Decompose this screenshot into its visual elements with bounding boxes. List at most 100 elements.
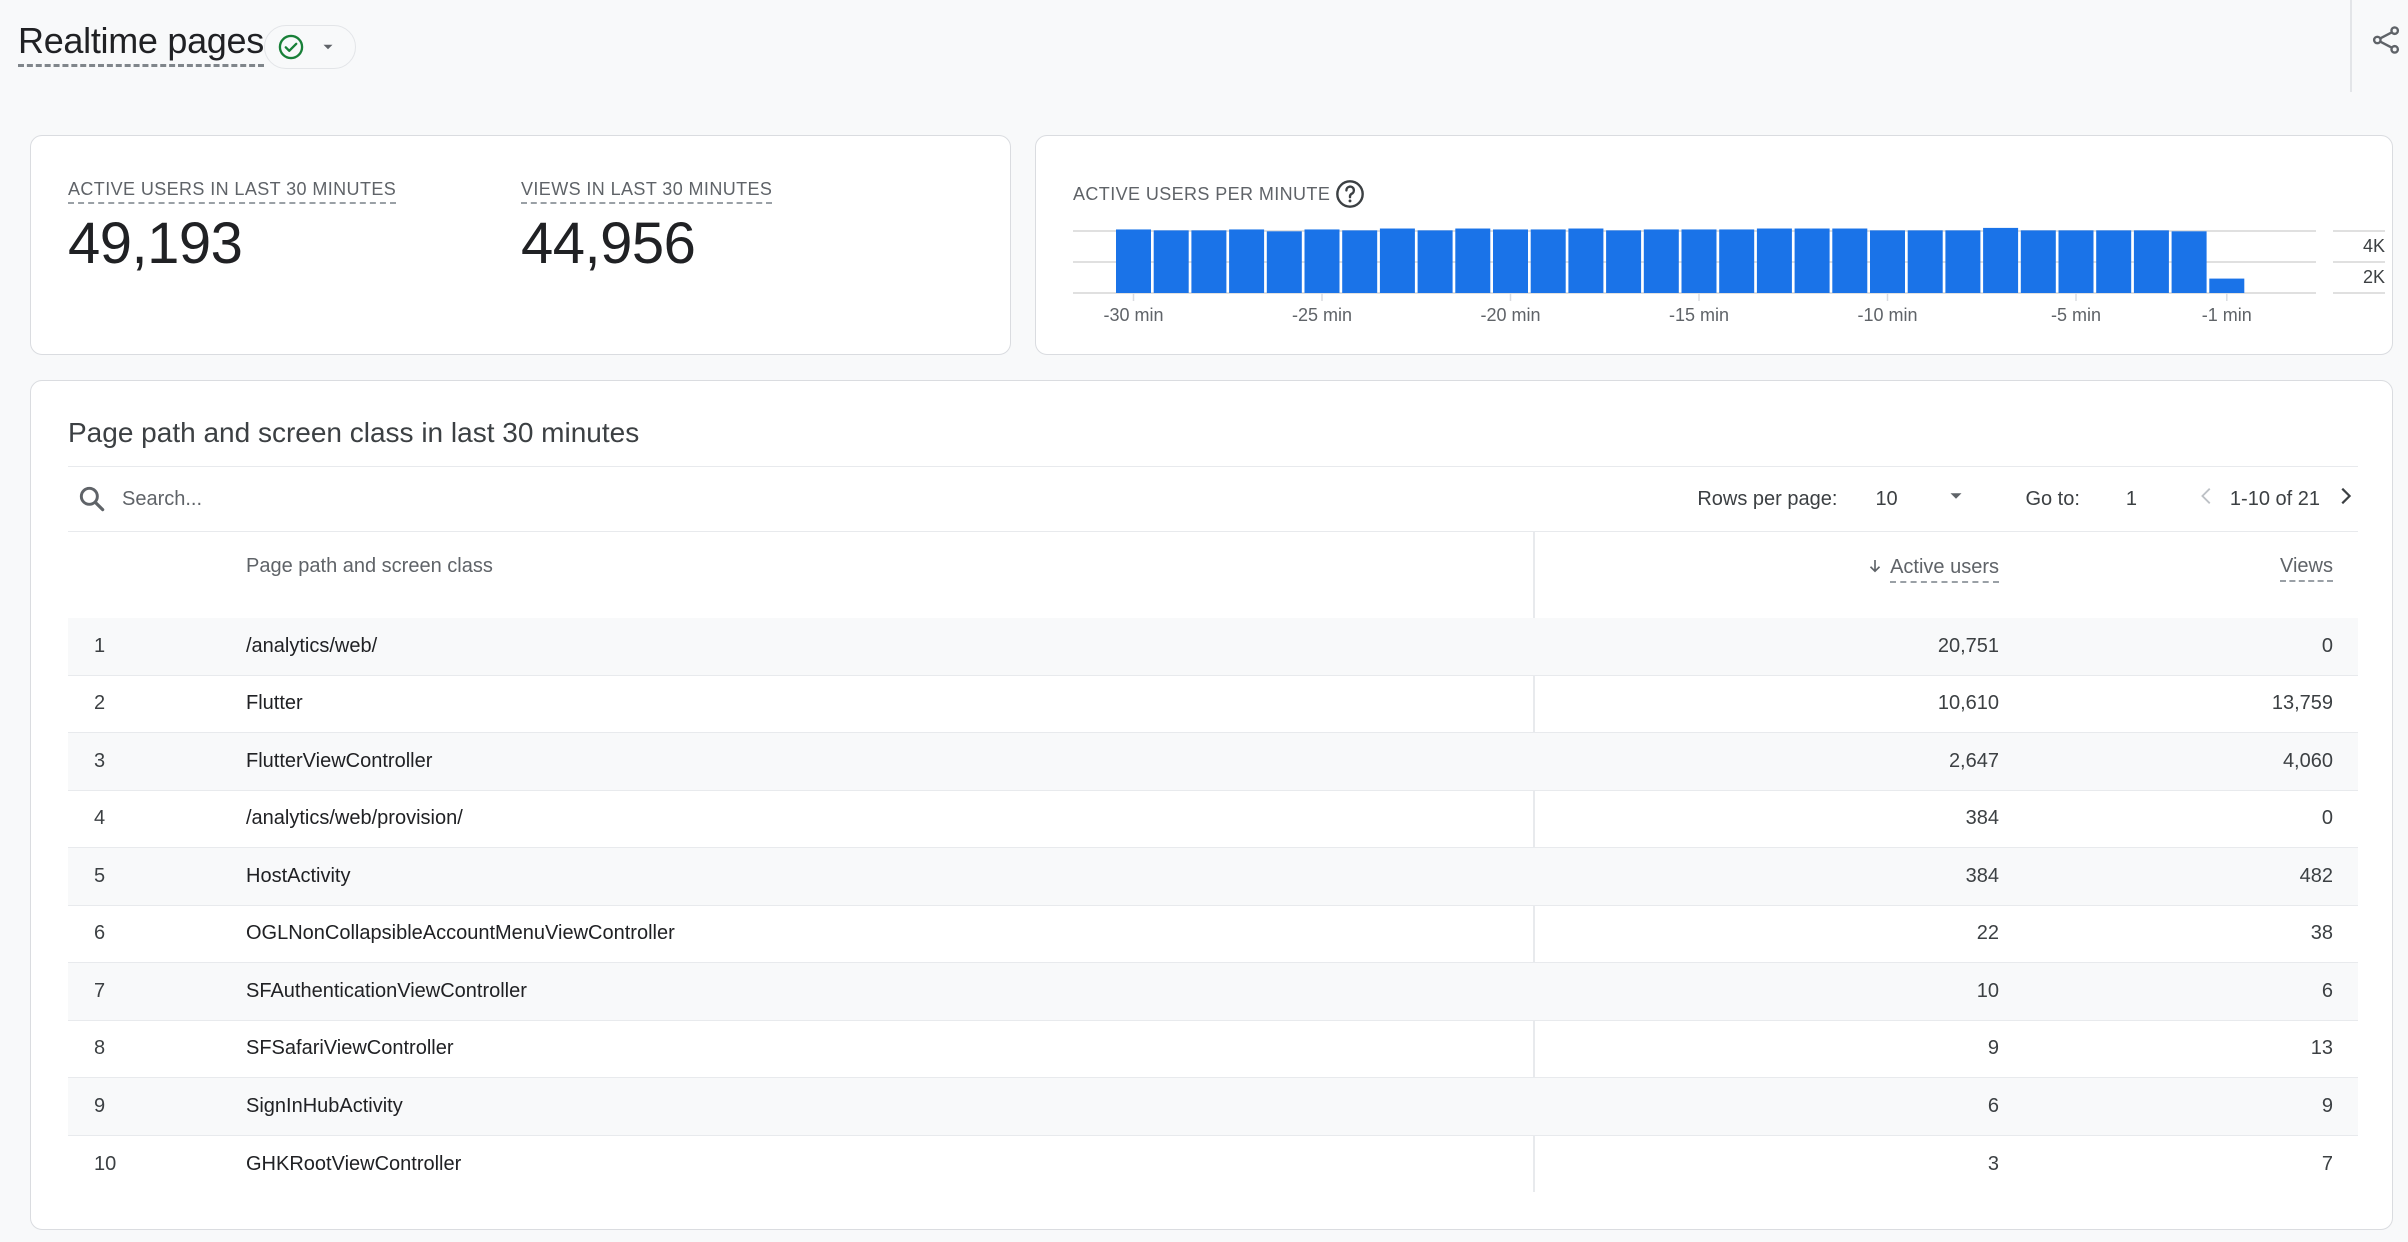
- bar[interactable]: [1983, 227, 2019, 293]
- bar[interactable]: [1153, 230, 1189, 293]
- chevron-right-icon: [2334, 481, 2356, 517]
- bar[interactable]: [1794, 228, 1830, 293]
- column-header-label: Active users: [1890, 556, 1999, 583]
- row-active-users: 10: [1976, 979, 1999, 1002]
- bar[interactable]: [1266, 231, 1302, 293]
- bar[interactable]: [1191, 230, 1227, 293]
- bar[interactable]: [2133, 230, 2169, 293]
- bar[interactable]: [1116, 229, 1151, 293]
- previous-page-button[interactable]: [2196, 481, 2218, 517]
- row-page-path[interactable]: GHKRootViewController: [246, 1153, 461, 1176]
- table-row[interactable]: 3 FlutterViewController 2,647 4,060: [68, 733, 2358, 791]
- share-icon: [2370, 22, 2402, 63]
- row-index: 10: [94, 1152, 117, 1175]
- row-index: 6: [94, 922, 106, 945]
- table-row[interactable]: 10 GHKRootViewController 3 7: [68, 1136, 2358, 1194]
- bar[interactable]: [1870, 230, 1905, 293]
- metric-label[interactable]: VIEWS IN LAST 30 MINUTES: [521, 178, 773, 204]
- row-active-users: 2,647: [1948, 749, 1999, 772]
- bar[interactable]: [2020, 230, 2056, 293]
- row-index: 8: [94, 1037, 106, 1060]
- metric-active-users: ACTIVE USERS IN LAST 30 MINUTES 49,193: [68, 178, 397, 276]
- row-active-users: 10,610: [1937, 692, 1999, 715]
- row-views: 6: [2321, 979, 2333, 1002]
- next-page-button[interactable]: [2334, 481, 2356, 517]
- bar[interactable]: [1832, 228, 1868, 293]
- column-header-dimension[interactable]: Page path and screen class: [246, 555, 493, 578]
- row-views: 0: [2321, 807, 2333, 830]
- check-circle-icon: [277, 33, 305, 61]
- table-title: Page path and screen class in last 30 mi…: [68, 417, 640, 448]
- row-page-path[interactable]: Flutter: [246, 692, 303, 715]
- bar[interactable]: [1229, 229, 1265, 293]
- table-row[interactable]: 2 Flutter 10,610 13,759: [68, 676, 2358, 733]
- bar[interactable]: [2171, 231, 2207, 293]
- column-header-views[interactable]: Views: [2280, 555, 2333, 582]
- bar[interactable]: [1719, 229, 1755, 293]
- bar[interactable]: [2058, 230, 2094, 293]
- table-row[interactable]: 1/analytics/web/20,751 0: [68, 618, 2358, 676]
- rows-per-page-select[interactable]: 10: [1875, 485, 1967, 513]
- row-page-path[interactable]: SFAuthenticationViewController: [246, 980, 527, 1003]
- x-tick-label: -1 min: [2202, 305, 2252, 325]
- caret-down-icon: [1945, 485, 1967, 513]
- row-page-path[interactable]: FlutterViewController: [246, 750, 432, 773]
- search-icon: [76, 483, 108, 515]
- bar-chart[interactable]: -30 min -25 min -20 min -15 min -10 min -5 mi…: [1036, 136, 2394, 356]
- bar[interactable]: [1530, 229, 1566, 293]
- bar[interactable]: [1756, 228, 1792, 293]
- row-views: 7: [2321, 1152, 2333, 1175]
- bar[interactable]: [1493, 229, 1528, 293]
- metric-views: VIEWS IN LAST 30 MINUTES 44,956: [521, 178, 773, 276]
- bar[interactable]: [1945, 230, 1981, 293]
- search-input[interactable]: [122, 487, 722, 511]
- metric-value: 49,193: [68, 211, 243, 276]
- column-header-active-users[interactable]: Active users: [1866, 555, 1999, 583]
- page-title[interactable]: Realtime pages: [18, 20, 264, 67]
- row-page-path[interactable]: OGLNonCollapsibleAccountMenuViewControll…: [246, 922, 675, 945]
- bar[interactable]: [1304, 229, 1340, 293]
- bar[interactable]: [1568, 228, 1604, 293]
- metric-label[interactable]: ACTIVE USERS IN LAST 30 MINUTES: [68, 178, 397, 204]
- bar[interactable]: [2209, 278, 2245, 293]
- table-row[interactable]: 9 SignInHubActivity 6 9: [68, 1078, 2358, 1136]
- x-tick-label: -15 min: [1669, 305, 1729, 325]
- table-row[interactable]: 7 SFAuthenticationViewController 10 6: [68, 963, 2358, 1021]
- share-button[interactable]: [2368, 22, 2404, 62]
- table-row[interactable]: 8 SFSafariViewController 9 13: [68, 1021, 2358, 1078]
- row-index: 9: [94, 1094, 106, 1117]
- rows-per-page-label: Rows per page:: [1697, 487, 1838, 510]
- bar[interactable]: [1643, 229, 1679, 293]
- summary-card: ACTIVE USERS IN LAST 30 MINUTES 49,193 V…: [30, 135, 1011, 355]
- row-page-path[interactable]: HostActivity: [246, 865, 350, 888]
- row-page-path[interactable]: SignInHubActivity: [246, 1095, 403, 1118]
- row-page-path[interactable]: SFSafariViewController: [246, 1037, 454, 1060]
- bar[interactable]: [1681, 229, 1717, 293]
- row-page-path[interactable]: /analytics/web/provision/: [246, 807, 463, 830]
- row-index: 2: [94, 692, 106, 715]
- bar[interactable]: [1342, 230, 1378, 293]
- row-index: 5: [94, 864, 106, 887]
- bar[interactable]: [2096, 230, 2132, 293]
- row-views: 482: [2299, 864, 2333, 887]
- row-views: 0: [2321, 634, 2333, 657]
- goto-page-input[interactable]: [2125, 487, 2186, 511]
- table-row[interactable]: 4/analytics/web/provision/384 0: [68, 791, 2358, 848]
- bar[interactable]: [1379, 228, 1415, 293]
- bar[interactable]: [1455, 228, 1491, 293]
- x-tick-label: -25 min: [1292, 305, 1352, 325]
- x-tick-label: -10 min: [1857, 305, 1917, 325]
- row-views: 4,060: [2282, 749, 2333, 772]
- row-page-path[interactable]: /analytics/web/: [246, 635, 377, 658]
- bar[interactable]: [1907, 230, 1943, 293]
- bar[interactable]: [1417, 230, 1453, 293]
- bar[interactable]: [1606, 230, 1642, 293]
- x-tick-label: -20 min: [1480, 305, 1540, 325]
- pagination: Rows per page: 10 Go to: 1-10 of 21: [1697, 467, 2358, 531]
- sort-arrow-down-icon: [1866, 555, 1884, 583]
- row-index: 1: [94, 634, 106, 657]
- table-row[interactable]: 6 OGLNonCollapsibleAccountMenuViewControl…: [68, 906, 2358, 963]
- row-index: 4: [94, 807, 106, 830]
- report-status-dropdown[interactable]: [264, 25, 356, 69]
- table-row[interactable]: 5 HostActivity 384 482: [68, 848, 2358, 906]
